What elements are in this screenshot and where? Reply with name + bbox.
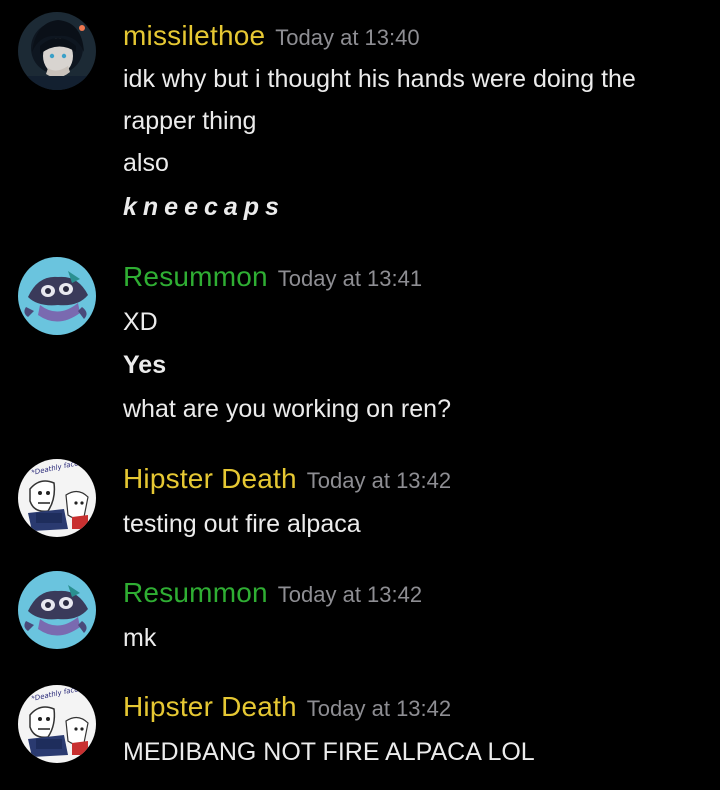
username[interactable]: missilethoe (123, 20, 265, 51)
message-text: what are you working on ren? (123, 395, 451, 423)
sketch-skeleton-avatar-icon[interactable]: *Deathly face touch* (18, 459, 96, 537)
message-text: testing out fire alpaca (123, 510, 361, 538)
message-header: Hipster Death Today at 13:42 (123, 689, 451, 730)
username[interactable]: Resummon (123, 577, 268, 608)
sketch-skeleton-avatar-icon[interactable]: *Deathly face touch* (18, 685, 96, 763)
message-text: mk (123, 624, 157, 652)
message-text: also (123, 149, 169, 177)
username[interactable]: Hipster Death (123, 463, 297, 494)
timestamp: Today at 13:42 (277, 582, 423, 607)
message-text: rapper thing (123, 107, 257, 135)
teal-creature-avatar-icon[interactable] (18, 257, 96, 335)
timestamp: Today at 13:42 (306, 468, 452, 493)
username[interactable]: Resummon (123, 261, 268, 292)
message-header: missilethoe Today at 13:40 (123, 18, 420, 59)
message-text: kneecaps (123, 193, 285, 221)
dark-haired-character-avatar-icon[interactable] (18, 12, 96, 90)
chat-message-list: missilethoe Today at 13:40 idk why but i … (0, 0, 720, 790)
message-text: MEDIBANG NOT FIRE ALPACA LOL (123, 738, 535, 766)
message-text: idk why but i thought his hands were doi… (123, 65, 636, 93)
timestamp: Today at 13:41 (277, 266, 423, 291)
message-text: Yes (123, 351, 167, 379)
message-text: XD (123, 308, 158, 336)
teal-creature-avatar-icon[interactable] (18, 571, 96, 649)
message-header: Resummon Today at 13:42 (123, 575, 422, 616)
message-header: Hipster Death Today at 13:42 (123, 461, 451, 502)
timestamp: Today at 13:42 (306, 696, 452, 721)
timestamp: Today at 13:40 (275, 25, 420, 50)
message-header: Resummon Today at 13:41 (123, 259, 422, 300)
username[interactable]: Hipster Death (123, 691, 297, 722)
